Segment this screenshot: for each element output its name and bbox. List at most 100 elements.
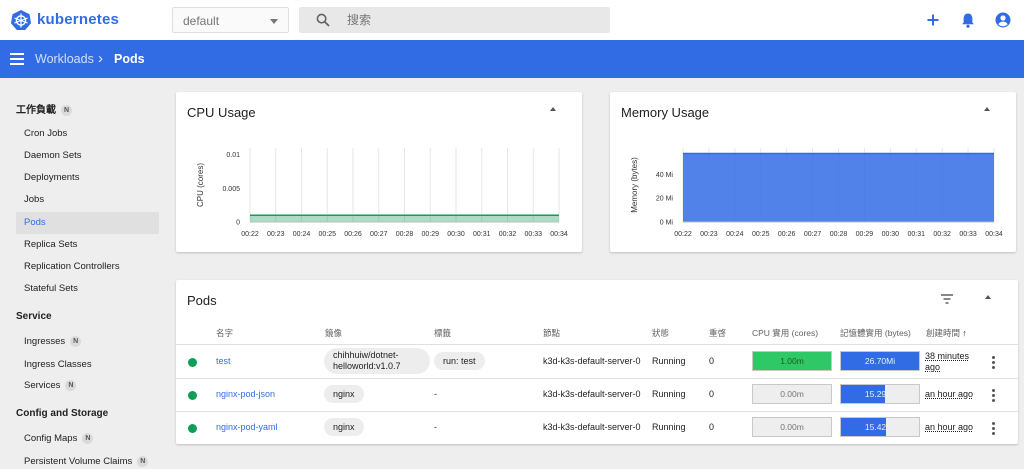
sidebar-item-cron-jobs[interactable]: Cron Jobs (16, 123, 159, 145)
filter-icon[interactable] (940, 293, 954, 305)
sidebar-item-label: Persistent Volume Claims (24, 456, 133, 467)
sidebar-item-replication-controllers[interactable]: Replication Controllers (16, 256, 159, 278)
x-tick-label: 00:24 (293, 231, 311, 238)
sidebar-item-jobs[interactable]: Jobs (16, 189, 159, 211)
y-tick-label: 0.005 (222, 186, 240, 193)
chevron-right-icon: › (98, 50, 103, 67)
sidebar-section-workloads[interactable]: 工作負載 N (16, 101, 72, 116)
account-icon[interactable] (994, 11, 1012, 29)
x-tick-label: 00:26 (778, 231, 796, 238)
new-badge: N (137, 456, 149, 467)
created-age[interactable]: 38 minutes ago (925, 351, 977, 373)
column-header-node[interactable]: 節點 (543, 327, 560, 339)
series-area (250, 215, 559, 222)
x-tick-label: 00:28 (830, 231, 848, 238)
x-tick-label: 00:29 (421, 231, 439, 238)
sidebar-item-label: Jobs (24, 194, 45, 205)
column-header-status[interactable]: 狀態 (652, 327, 669, 339)
namespace-value: default (183, 14, 220, 28)
sidebar-item-label: Ingress Classes (24, 359, 92, 370)
sidebar-item-persistent-volume-claims[interactable]: Persistent Volume Claims N (16, 451, 159, 469)
search-input[interactable] (347, 10, 597, 30)
pods-card: Pods 名字 鏡像 標籤 節點 狀態 重啓 CPU 實用 (cores) 記憶… (176, 280, 1018, 444)
sidebar-item-stateful-sets[interactable]: Stateful Sets (16, 278, 159, 300)
brand-name[interactable]: kubernetes (37, 11, 119, 28)
sidebar-item-label: Config Maps (24, 433, 78, 444)
new-badge: N (82, 433, 94, 444)
node-name: k3d-k3s-default-server-0 (543, 422, 641, 432)
new-badge: N (70, 336, 82, 347)
pod-status: Running (652, 422, 686, 432)
memory-usage-value: 15.42Mi (864, 422, 896, 432)
restart-count: 0 (709, 356, 715, 366)
sidebar-item-daemon-sets[interactable]: Daemon Sets (16, 145, 159, 167)
sidebar-item-config-maps[interactable]: Config Maps N (16, 428, 159, 450)
x-tick-label: 00:29 (856, 231, 874, 238)
column-header-created[interactable]: 創建時間 ↑ (926, 327, 967, 339)
pod-name-link[interactable]: nginx-pod-yaml (216, 422, 278, 432)
sidebar-item-replica-sets[interactable]: Replica Sets (16, 234, 159, 256)
sidebar-section-label: Service (16, 311, 52, 322)
restart-count: 0 (709, 422, 715, 432)
collapse-icon[interactable] (985, 295, 991, 299)
memory-usage-value: 26.70Mi (864, 356, 896, 366)
image-chip: chihhuiw/dotnet-helloworld:v1.0.7 (324, 348, 430, 374)
x-tick-label: 00:23 (700, 231, 718, 238)
search-box[interactable] (299, 7, 610, 33)
more-vert-icon[interactable] (992, 389, 995, 404)
sidebar-section-label: 工作負載 (16, 105, 56, 116)
table-divider (176, 344, 1018, 345)
memory-usage-bar: 15.29Mi (840, 384, 920, 404)
x-tick-label: 00:27 (370, 231, 388, 238)
column-header-labels: 標籤 (434, 328, 452, 338)
memory-usage-bar: 15.42Mi (840, 417, 920, 437)
sidebar-item-deployments[interactable]: Deployments (16, 167, 159, 189)
pod-name-link[interactable]: nginx-pod-json (216, 389, 275, 399)
sidebar-item-pods[interactable]: Pods (16, 212, 159, 234)
memory-usage-card: Memory Usage 00:22 00:23 00:24 00:25 00:26 00… (610, 92, 1016, 252)
search-icon (316, 13, 330, 27)
bell-icon[interactable] (959, 11, 977, 29)
table-divider (176, 378, 1018, 379)
x-tick-label: 00:34 (550, 231, 568, 238)
pod-name-link[interactable]: test (216, 356, 231, 366)
node-name: k3d-k3s-default-server-0 (543, 389, 641, 399)
created-age[interactable]: an hour ago (925, 389, 973, 400)
cpu-usage-bar: 0.00m (752, 417, 832, 437)
plus-icon[interactable] (924, 11, 942, 29)
node-name: k3d-k3s-default-server-0 (543, 356, 641, 366)
sidebar-item-ingress-classes[interactable]: Ingress Classes (16, 354, 159, 376)
column-header-restarts[interactable]: 重啓 (709, 327, 726, 339)
column-header-created-label: 創建時間 (926, 328, 961, 338)
sidebar-item-ingresses[interactable]: Ingresses N (16, 331, 159, 353)
namespace-select[interactable]: default (172, 7, 289, 33)
sidebar: 工作負載 N Cron Jobs Daemon Sets Deployments … (0, 78, 166, 469)
sidebar-item-services[interactable]: Services N (16, 375, 159, 397)
breadcrumb-workloads[interactable]: Workloads (35, 52, 94, 66)
sidebar-item-label: Deployments (24, 172, 80, 183)
kubernetes-logo-icon[interactable] (10, 9, 32, 31)
menu-icon[interactable] (10, 53, 24, 65)
x-tick-label: 00:23 (267, 231, 285, 238)
memory-usage-value: 15.29Mi (864, 389, 896, 399)
arrow-up-icon: ↑ (962, 328, 967, 338)
sidebar-section-service[interactable]: Service (16, 311, 52, 322)
x-tick-label: 00:30 (447, 231, 465, 238)
x-tick-label: 00:34 (985, 231, 1003, 238)
restart-count: 0 (709, 389, 715, 399)
new-badge: N (61, 105, 72, 116)
sidebar-section-config-storage[interactable]: Config and Storage (16, 408, 108, 419)
sidebar-item-label: Replica Sets (24, 239, 78, 250)
new-badge: N (65, 380, 77, 391)
running-status-icon (188, 358, 197, 367)
cpu-usage-chart: 00:22 00:23 00:24 00:25 00:26 00:27 00:28 00:29… (196, 148, 568, 238)
column-header-name[interactable]: 名字 (216, 327, 233, 339)
more-vert-icon[interactable] (992, 356, 995, 371)
column-header-cpu: CPU 實用 (cores) (752, 328, 819, 338)
more-vert-icon[interactable] (992, 422, 995, 437)
x-tick-label: 00:26 (344, 231, 362, 238)
chevron-down-icon (270, 19, 278, 24)
sidebar-item-label: Services (24, 380, 61, 391)
created-age[interactable]: an hour ago (925, 422, 973, 433)
cpu-usage-value: 0.00m (780, 422, 804, 432)
